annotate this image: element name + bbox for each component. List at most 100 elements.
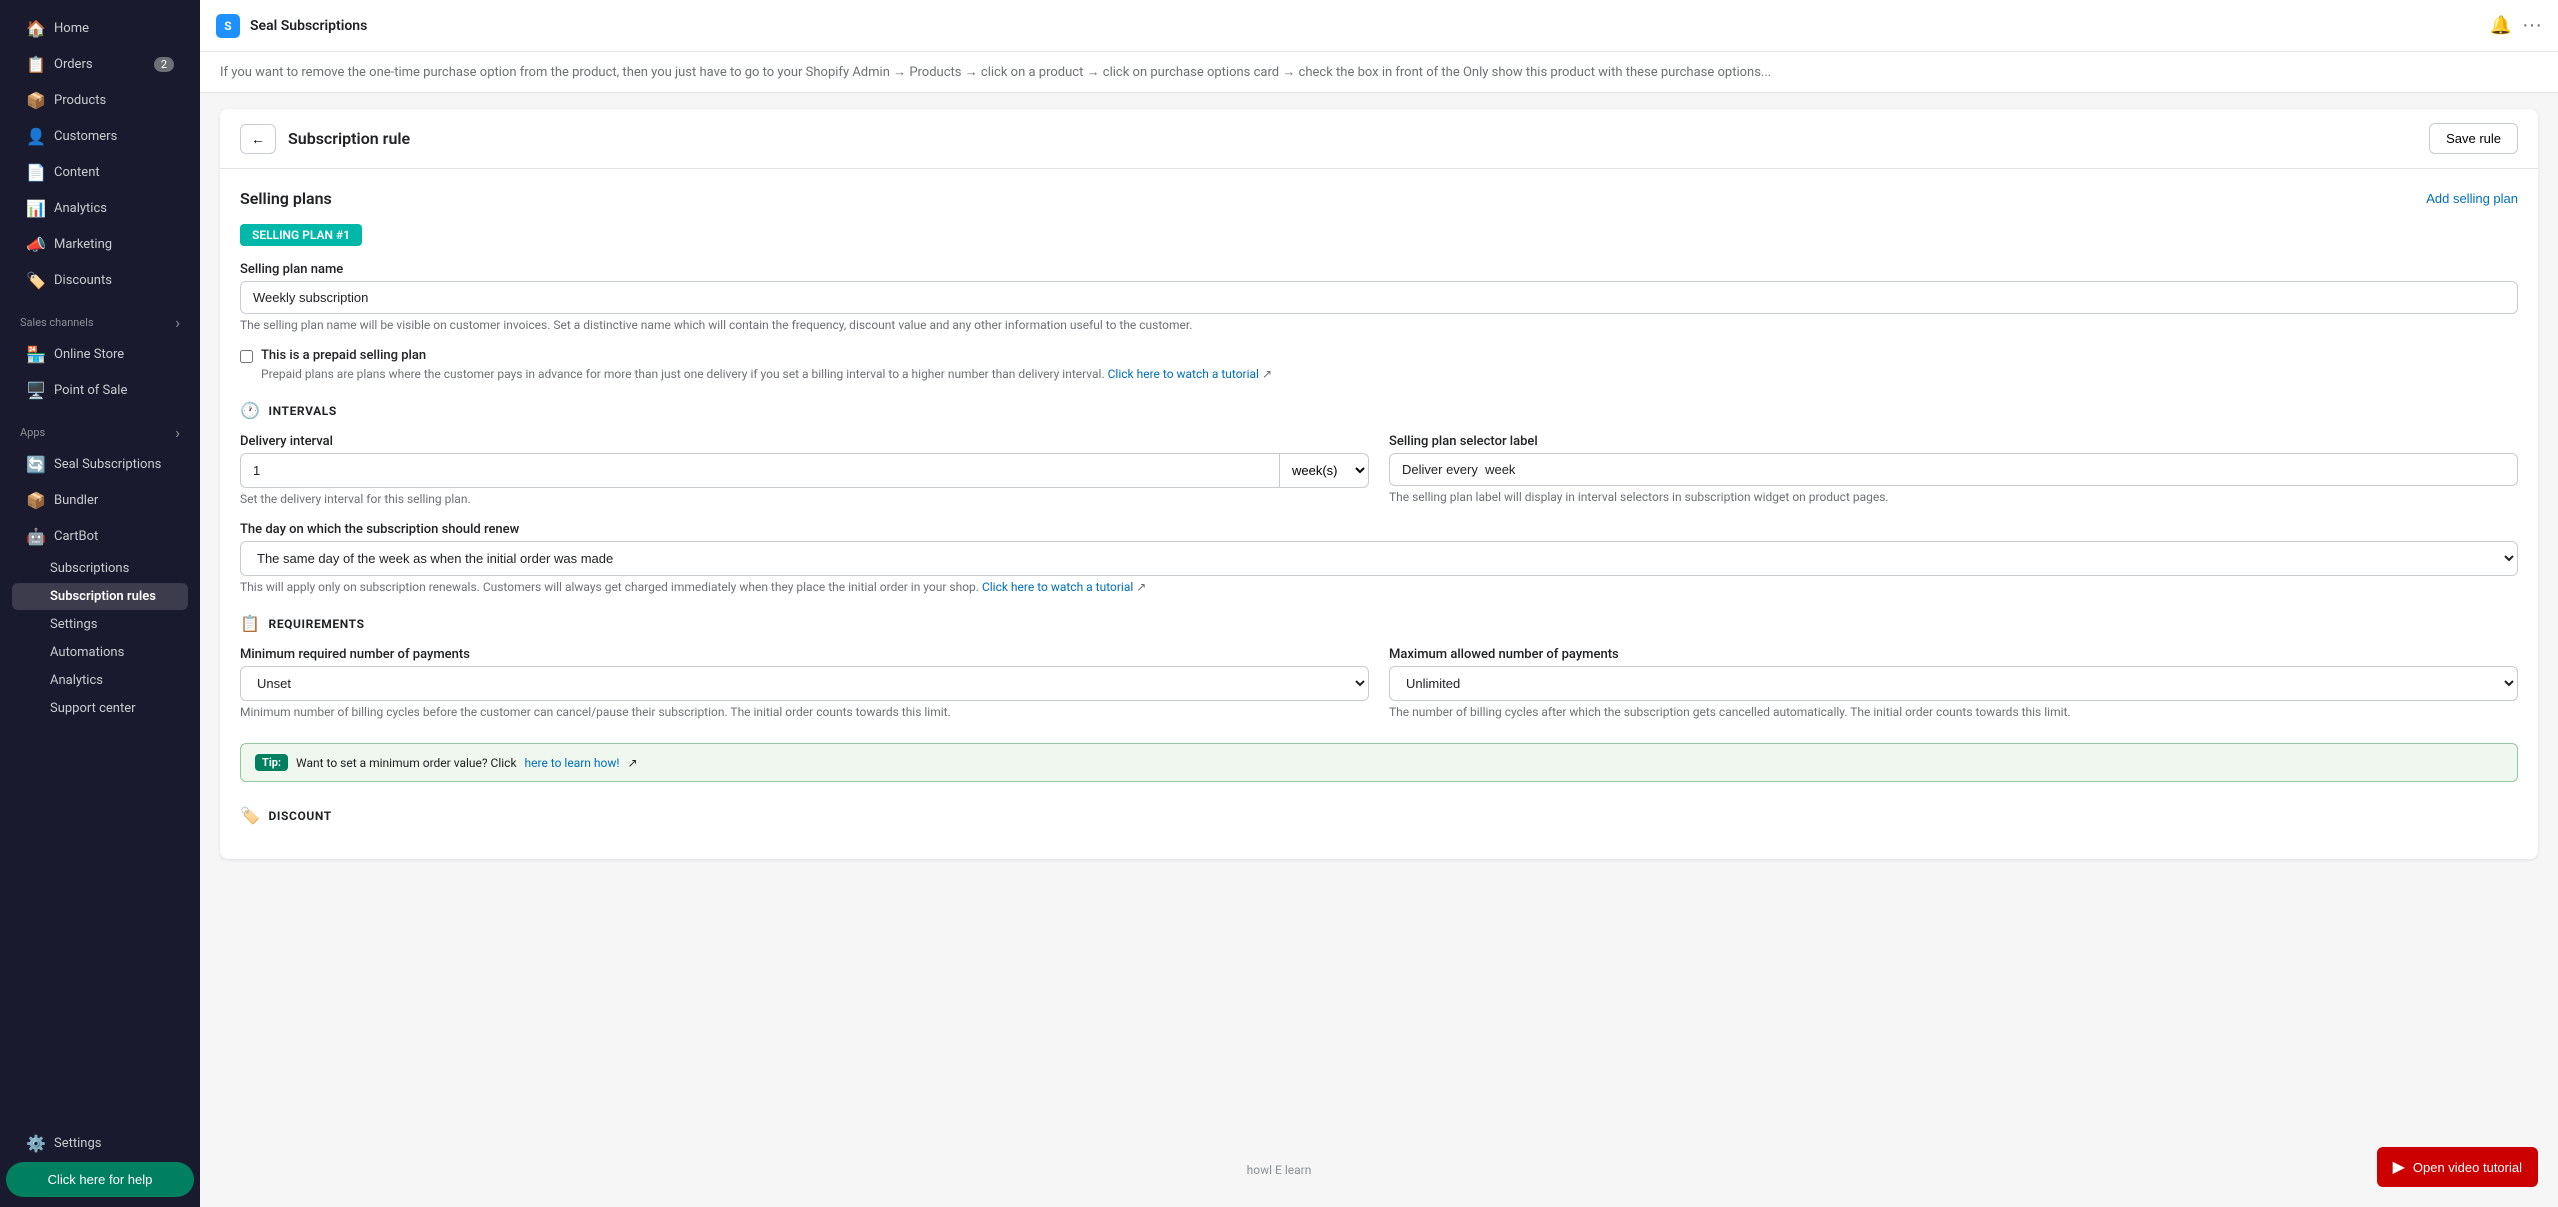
back-button[interactable]: ←	[240, 124, 276, 154]
max-payments-help: The number of billing cycles after which…	[1389, 705, 2518, 719]
video-tutorial-button[interactable]: ▶ Open video tutorial	[2377, 1147, 2538, 1187]
sidebar-item-home[interactable]: 🏠 Home	[12, 11, 188, 46]
selling-plan-name-input[interactable]	[240, 281, 2518, 314]
top-bar-right: 🔔 ···	[2490, 14, 2542, 37]
sidebar-item-label: Marketing	[54, 237, 112, 252]
min-payments-group: Minimum required number of payments Unse…	[240, 647, 1369, 719]
renew-day-tutorial-link[interactable]: Click here to watch a tutorial	[982, 580, 1133, 594]
sidebar-item-label: Products	[54, 93, 106, 108]
main-area: S Seal Subscriptions 🔔 ··· If you want t…	[200, 0, 2558, 1207]
gear-icon: ⚙️	[26, 1134, 44, 1153]
min-payments-label: Minimum required number of payments	[240, 647, 1369, 662]
sidebar-item-bundler[interactable]: 📦 Bundler	[12, 483, 188, 518]
sidebar-item-settings[interactable]: ⚙️ Settings	[12, 1126, 188, 1161]
sidebar-item-label: Orders	[54, 57, 93, 72]
max-payments-label: Maximum allowed number of payments	[1389, 647, 2518, 662]
sidebar-item-label: Customers	[54, 129, 117, 144]
sidebar-item-point-of-sale[interactable]: 🖥️ Point of Sale	[12, 373, 188, 408]
youtube-icon: ▶	[2393, 1157, 2405, 1177]
rule-card-title: Subscription rule	[288, 129, 2417, 148]
tip-label: Tip:	[255, 754, 288, 771]
sidebar-item-label: Home	[54, 21, 89, 36]
sidebar-sub-item-subscriptions[interactable]: Subscriptions	[12, 555, 188, 582]
selling-plan-name-help: The selling plan name will be visible on…	[240, 318, 2518, 332]
intervals-grid: Delivery interval day(s)week(s)month(s)y…	[240, 434, 2518, 522]
save-rule-button[interactable]: Save rule	[2429, 123, 2518, 154]
intervals-divider: 🕐 INTERVALS	[240, 401, 2518, 420]
app-title: Seal Subscriptions	[250, 18, 367, 34]
prepaid-tutorial-link[interactable]: Click here to watch a tutorial	[1108, 367, 1259, 381]
cartbot-icon: 🤖	[26, 527, 44, 546]
sidebar-item-label: Seal Subscriptions	[54, 457, 161, 472]
sidebar-item-analytics[interactable]: 📊 Analytics	[12, 191, 188, 226]
prepaid-checkbox-desc: Prepaid plans are plans where the custom…	[261, 367, 1272, 381]
sidebar-item-marketing[interactable]: 📣 Marketing	[12, 227, 188, 262]
selling-plan-selector-input[interactable]	[1389, 453, 2518, 486]
sidebar-sub-item-subscription-rules[interactable]: Subscription rules	[12, 583, 188, 610]
point-of-sale-icon: 🖥️	[26, 381, 44, 400]
min-payments-select[interactable]: Unset12345612	[240, 666, 1369, 701]
sidebar-item-customers[interactable]: 👤 Customers	[12, 119, 188, 154]
subscription-rule-card: ← Subscription rule Save rule Selling pl…	[220, 109, 2538, 859]
seal-subscriptions-icon: 🔄	[26, 455, 44, 474]
min-payments-help: Minimum number of billing cycles before …	[240, 705, 1369, 719]
selling-plan-name-group: Selling plan name The selling plan name …	[240, 262, 2518, 332]
tip-box: Tip: Want to set a minimum order value? …	[240, 743, 2518, 782]
top-bar: S Seal Subscriptions 🔔 ···	[200, 0, 2558, 52]
page-banner: If you want to remove the one-time purch…	[200, 52, 2558, 93]
tip-learn-link[interactable]: here to learn how!	[525, 756, 620, 770]
renew-day-select[interactable]: The same day of the week as when the ini…	[240, 541, 2518, 576]
orders-badge: 2	[154, 57, 174, 72]
products-icon: 📦	[26, 91, 44, 110]
howl-text: howl E learn	[1247, 1163, 1312, 1177]
more-options-button[interactable]: ···	[2522, 14, 2542, 37]
help-button[interactable]: Click here for help	[6, 1162, 194, 1197]
renew-day-help: This will apply only on subscription ren…	[240, 580, 2518, 594]
intervals-icon: 🕐	[240, 401, 261, 420]
sidebar-item-content[interactable]: 📄 Content	[12, 155, 188, 190]
delivery-interval-input[interactable]	[240, 453, 1280, 488]
apps-label: Apps ›	[6, 409, 194, 446]
delivery-interval-input-group: day(s)week(s)month(s)year(s)	[240, 453, 1369, 488]
sidebar-item-label: Online Store	[54, 347, 124, 362]
sidebar-sub-item-analytics[interactable]: Analytics	[12, 667, 188, 694]
sidebar-item-products[interactable]: 📦 Products	[12, 83, 188, 118]
sidebar-sub-item-automations[interactable]: Automations	[12, 639, 188, 666]
sidebar-item-label: Content	[54, 165, 100, 180]
add-selling-plan-button[interactable]: Add selling plan	[2426, 191, 2518, 206]
delivery-interval-label: Delivery interval	[240, 434, 1369, 449]
sidebar-item-seal-subscriptions[interactable]: 🔄 Seal Subscriptions	[12, 447, 188, 482]
sidebar-item-label: Discounts	[54, 273, 112, 288]
sidebar-item-orders[interactable]: 📋 Orders 2	[12, 47, 188, 82]
sidebar-item-cartbot[interactable]: 🤖 CartBot	[12, 519, 188, 554]
app-icon: S	[216, 14, 240, 38]
rule-card-body: Selling plans Add selling plan SELLING P…	[220, 169, 2538, 859]
sidebar-sub-item-support-center[interactable]: Support center	[12, 695, 188, 722]
max-payments-select[interactable]: Unlimited12361224	[1389, 666, 2518, 701]
sales-channels-label: Sales channels ›	[6, 299, 194, 336]
renew-day-group: The day on which the subscription should…	[240, 522, 2518, 594]
prepaid-checkbox-label: This is a prepaid selling plan	[261, 348, 1272, 363]
requirements-divider: 📋 REQUIREMENTS	[240, 614, 2518, 633]
sidebar-sub-item-settings[interactable]: Settings	[12, 611, 188, 638]
selling-plan-name-label: Selling plan name	[240, 262, 2518, 277]
analytics-icon: 📊	[26, 199, 44, 218]
selling-plan-tab[interactable]: SELLING PLAN #1	[240, 224, 362, 246]
home-icon: 🏠	[26, 19, 44, 38]
notifications-icon[interactable]: 🔔	[2490, 15, 2512, 36]
bundler-icon: 📦	[26, 491, 44, 510]
content-area: If you want to remove the one-time purch…	[200, 52, 2558, 1207]
renew-day-label: The day on which the subscription should…	[240, 522, 2518, 537]
content-icon: 📄	[26, 163, 44, 182]
selling-plan-selector-label: Selling plan selector label	[1389, 434, 2518, 449]
sidebar-item-label: Bundler	[54, 493, 98, 508]
selling-plan-selector-group: Selling plan selector label The selling …	[1389, 434, 2518, 504]
sidebar-item-discounts[interactable]: 🏷️ Discounts	[12, 263, 188, 298]
prepaid-checkbox[interactable]	[240, 350, 253, 363]
prepaid-checkbox-row: This is a prepaid selling plan Prepaid p…	[240, 348, 2518, 381]
max-payments-group: Maximum allowed number of payments Unlim…	[1389, 647, 2518, 719]
sidebar-item-label: Analytics	[54, 201, 107, 216]
sidebar-item-online-store[interactable]: 🏪 Online Store	[12, 337, 188, 372]
rule-card-header: ← Subscription rule Save rule	[220, 109, 2538, 169]
delivery-interval-unit-select[interactable]: day(s)week(s)month(s)year(s)	[1280, 453, 1369, 488]
